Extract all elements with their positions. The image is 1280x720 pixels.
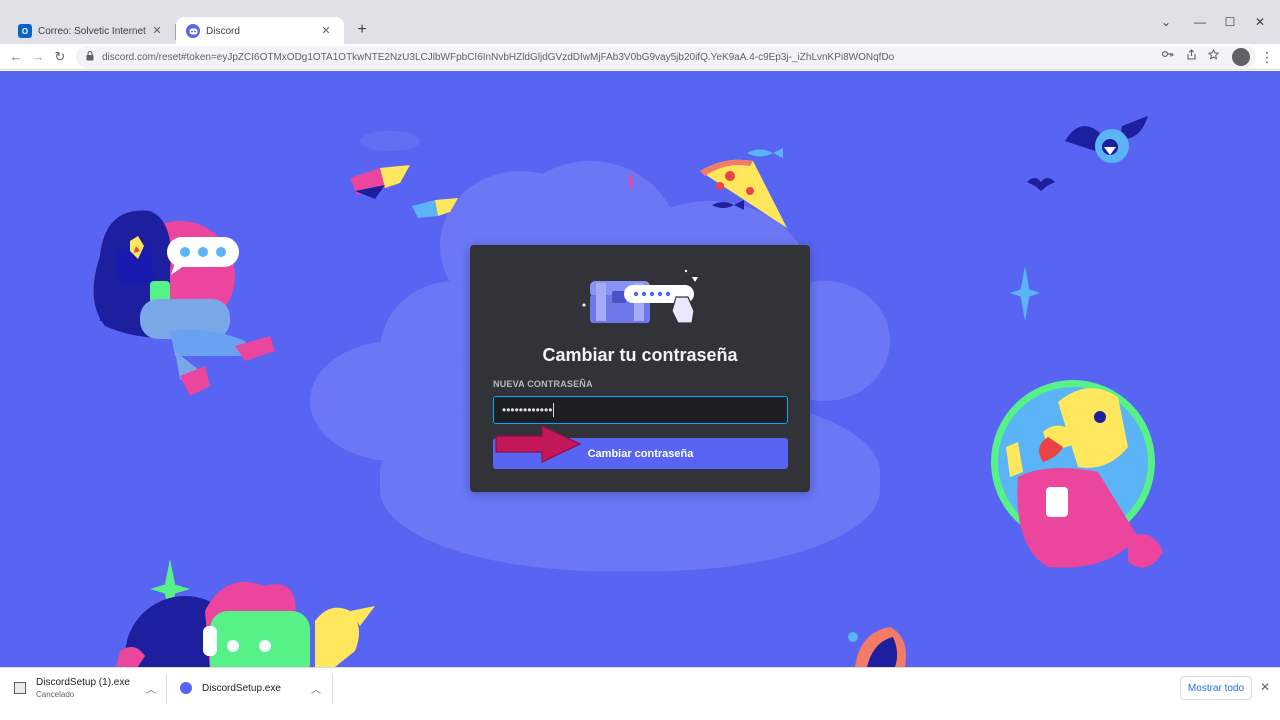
- exe-file-icon: [14, 682, 26, 694]
- fish-illustration: [747, 148, 783, 158]
- close-icon[interactable]: ✕: [149, 23, 165, 39]
- browser-toolbar: ← → ↻ discord.com/reset#token=eyJpZCI6OT…: [0, 44, 1280, 70]
- new-password-label: NUEVA CONTRASEÑA: [493, 379, 593, 389]
- minimize-button[interactable]: —: [1190, 12, 1210, 32]
- discord-icon: [186, 24, 200, 38]
- profile-avatar[interactable]: [1232, 48, 1250, 66]
- chevron-up-icon[interactable]: ︿: [311, 681, 321, 696]
- text-caret: [553, 403, 555, 417]
- maximize-button[interactable]: ☐: [1220, 12, 1240, 32]
- duck-character-illustration: [991, 380, 1163, 568]
- window-close-button[interactable]: ✕: [1250, 12, 1270, 32]
- close-icon[interactable]: ✕: [318, 23, 334, 39]
- reload-button[interactable]: ↻: [50, 47, 70, 67]
- tab-outlook[interactable]: O Correo: Solvetic Internet - Outlo ✕: [8, 17, 175, 45]
- tab-title: Correo: Solvetic Internet - Outlo: [38, 25, 149, 37]
- sparkle-icon: [1010, 266, 1040, 321]
- fish-illustration: [712, 200, 744, 210]
- pizza-slice-illustration: [700, 159, 787, 228]
- flying-book-illustration: [350, 165, 410, 199]
- password-value: ••••••••••••: [502, 403, 553, 417]
- download-shelf: DiscordSetup (1).exe Cancelado ︿ Discord…: [0, 667, 1280, 720]
- download-filename: DiscordSetup (1).exe: [36, 677, 130, 688]
- bottom-characters-illustration: [116, 582, 375, 667]
- close-icon[interactable]: ✕: [1260, 680, 1270, 694]
- more-menu-icon[interactable]: ⋮: [1260, 48, 1274, 66]
- cloud-shape: [360, 131, 420, 151]
- bat-illustration: [1027, 178, 1055, 191]
- character-with-phone-illustration: [93, 210, 275, 396]
- share-icon[interactable]: [1186, 49, 1197, 63]
- show-all-button[interactable]: Mostrar todo: [1180, 676, 1252, 700]
- sparkle-icon: [629, 171, 633, 191]
- discord-reset-page: Cambiar tu contraseña NUEVA CONTRASEÑA •…: [0, 71, 1280, 667]
- url-text[interactable]: discord.com/reset#token=eyJpZCI6OTMxODg1…: [102, 52, 1142, 63]
- treasure-chest-password-icon: [582, 269, 698, 324]
- browser-tab-strip: O Correo: Solvetic Internet - Outlo ✕ Di…: [0, 0, 1280, 45]
- lock-icon[interactable]: [86, 50, 94, 64]
- divider: [166, 674, 167, 704]
- bookmark-star-icon[interactable]: [1207, 48, 1220, 63]
- divider: [332, 674, 333, 704]
- back-button[interactable]: ←: [6, 47, 26, 67]
- open-mouth-creature-illustration: [848, 627, 906, 667]
- speech-bubble-illustration: [167, 237, 239, 275]
- download-filename: DiscordSetup.exe: [202, 682, 281, 694]
- outlook-icon: O: [18, 24, 32, 38]
- forward-button[interactable]: →: [28, 47, 48, 67]
- bat-creature-illustration: [1065, 116, 1148, 163]
- download-item[interactable]: DiscordSetup.exe: [180, 668, 281, 708]
- modal-title: Cambiar tu contraseña: [542, 345, 738, 365]
- address-bar[interactable]: discord.com/reset#token=eyJpZCI6OTMxODg1…: [76, 46, 1256, 68]
- key-icon[interactable]: [1161, 49, 1174, 61]
- annotation-arrow-icon: [495, 425, 582, 463]
- download-item[interactable]: DiscordSetup (1).exe Cancelado: [14, 668, 130, 708]
- chevron-down-icon[interactable]: ⌄: [1156, 12, 1176, 32]
- discord-icon: [180, 682, 192, 694]
- flying-book-illustration: [412, 198, 458, 218]
- chevron-up-icon[interactable]: ︿: [146, 681, 156, 696]
- new-password-input[interactable]: ••••••••••••: [493, 396, 788, 424]
- tab-discord[interactable]: Discord ✕: [176, 17, 344, 45]
- tab-title: Discord: [206, 25, 240, 37]
- download-status: Cancelado: [36, 690, 75, 699]
- new-tab-button[interactable]: +: [352, 20, 372, 40]
